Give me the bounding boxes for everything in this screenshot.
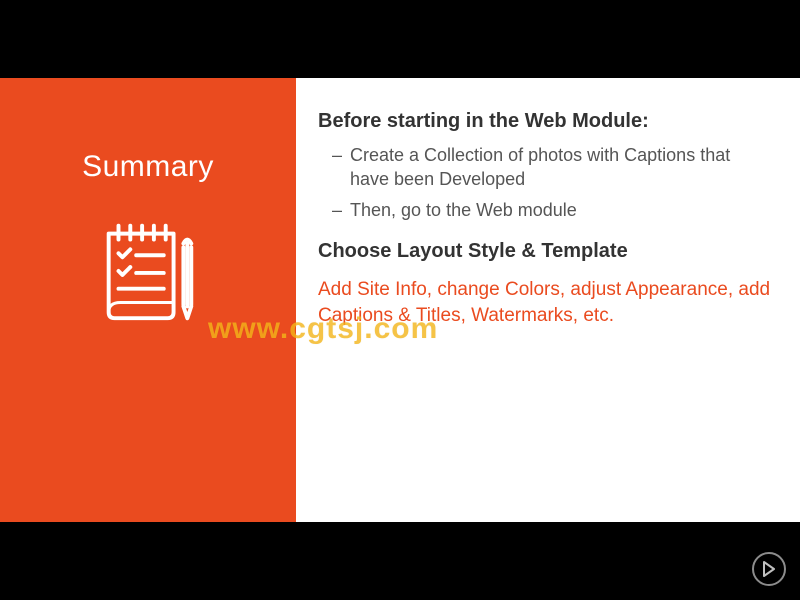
- left-panel: Summary: [0, 78, 296, 522]
- checklist-icon: [89, 212, 207, 335]
- play-icon: [762, 561, 776, 577]
- play-button[interactable]: [752, 552, 786, 586]
- heading-before-starting: Before starting in the Web Module:: [318, 110, 772, 133]
- heading-choose-layout: Choose Layout Style & Template: [318, 240, 772, 263]
- watermark-text: www.cgtsj.com: [208, 312, 438, 346]
- slide: Summary: [0, 78, 800, 522]
- content-panel: Before starting in the Web Module: Creat…: [296, 78, 800, 522]
- slide-section-title: Summary: [82, 150, 214, 184]
- list-item: Then, go to the Web module: [336, 198, 772, 222]
- bullet-list: Create a Collection of photos with Capti…: [336, 143, 772, 222]
- video-stage: Summary: [0, 0, 800, 600]
- list-item: Create a Collection of photos with Capti…: [336, 143, 772, 192]
